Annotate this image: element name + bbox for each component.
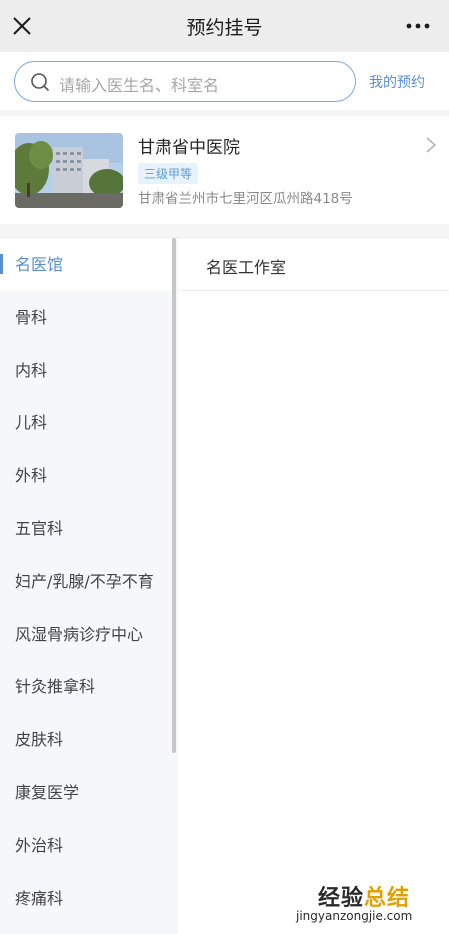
sidebar-item-pain[interactable]: 疼痛科 <box>0 872 172 925</box>
hospital-photo <box>15 133 123 208</box>
search-row: 请输入医生名、科室名 我的预约 <box>0 52 449 110</box>
hospital-address: 甘肃省兰州市七里河区瓜州路418号 <box>138 191 353 207</box>
search-icon <box>31 73 49 91</box>
sidebar-item-acupuncture[interactable]: 针灸推拿科 <box>0 660 172 713</box>
sidebar-item-pediatrics[interactable]: 儿科 <box>0 396 172 449</box>
my-appointments-link[interactable]: 我的预约 <box>369 72 425 92</box>
department-sidebar: 名医馆 骨科 内科 儿科 外科 五官科 妇产/乳腺/不孕不育 风湿骨病诊疗中心 … <box>0 238 178 934</box>
hospital-level-badge: 三级甲等 <box>138 163 199 184</box>
sidebar-item-internal-medicine[interactable]: 内科 <box>0 344 172 397</box>
search-input[interactable]: 请输入医生名、科室名 <box>14 61 356 102</box>
hospital-name: 甘肃省中医院 <box>138 138 240 158</box>
sidebar-item-rehabilitation[interactable]: 康复医学 <box>0 766 172 819</box>
sidebar-item-surgery[interactable]: 外科 <box>0 449 172 502</box>
divider <box>0 224 449 238</box>
list-item[interactable]: 名医工作室 <box>178 238 449 291</box>
chevron-right-icon <box>426 137 437 153</box>
list-item-label: 名医工作室 <box>206 258 287 277</box>
sidebar-item-obgyn[interactable]: 妇产/乳腺/不孕不育 <box>0 555 172 608</box>
search-placeholder: 请输入医生名、科室名 <box>59 76 220 95</box>
sidebar-item-external-treatment[interactable]: 外治科 <box>0 819 172 872</box>
top-bar: 预约挂号 <box>0 0 449 52</box>
more-icon[interactable] <box>405 14 431 38</box>
sidebar-item-famous-doctors[interactable]: 名医馆 <box>0 238 172 291</box>
sidebar-item-rheumatology[interactable]: 风湿骨病诊疗中心 <box>0 608 172 661</box>
department-content: 名医工作室 <box>178 238 449 934</box>
watermark: 经验总结 jingyanzongjie.com <box>296 880 444 928</box>
sidebar-item-dermatology[interactable]: 皮肤科 <box>0 713 172 766</box>
page-title: 预约挂号 <box>186 17 263 39</box>
hospital-card[interactable]: 甘肃省中医院 三级甲等 甘肃省兰州市七里河区瓜州路418号 <box>0 116 449 224</box>
watermark-title: 经验总结 <box>318 886 411 911</box>
sidebar-scrollbar[interactable] <box>172 238 176 753</box>
sidebar-item-ent[interactable]: 五官科 <box>0 502 172 555</box>
sidebar-item-orthopedics[interactable]: 骨科 <box>0 291 172 344</box>
watermark-url: jingyanzongjie.com <box>296 909 413 923</box>
